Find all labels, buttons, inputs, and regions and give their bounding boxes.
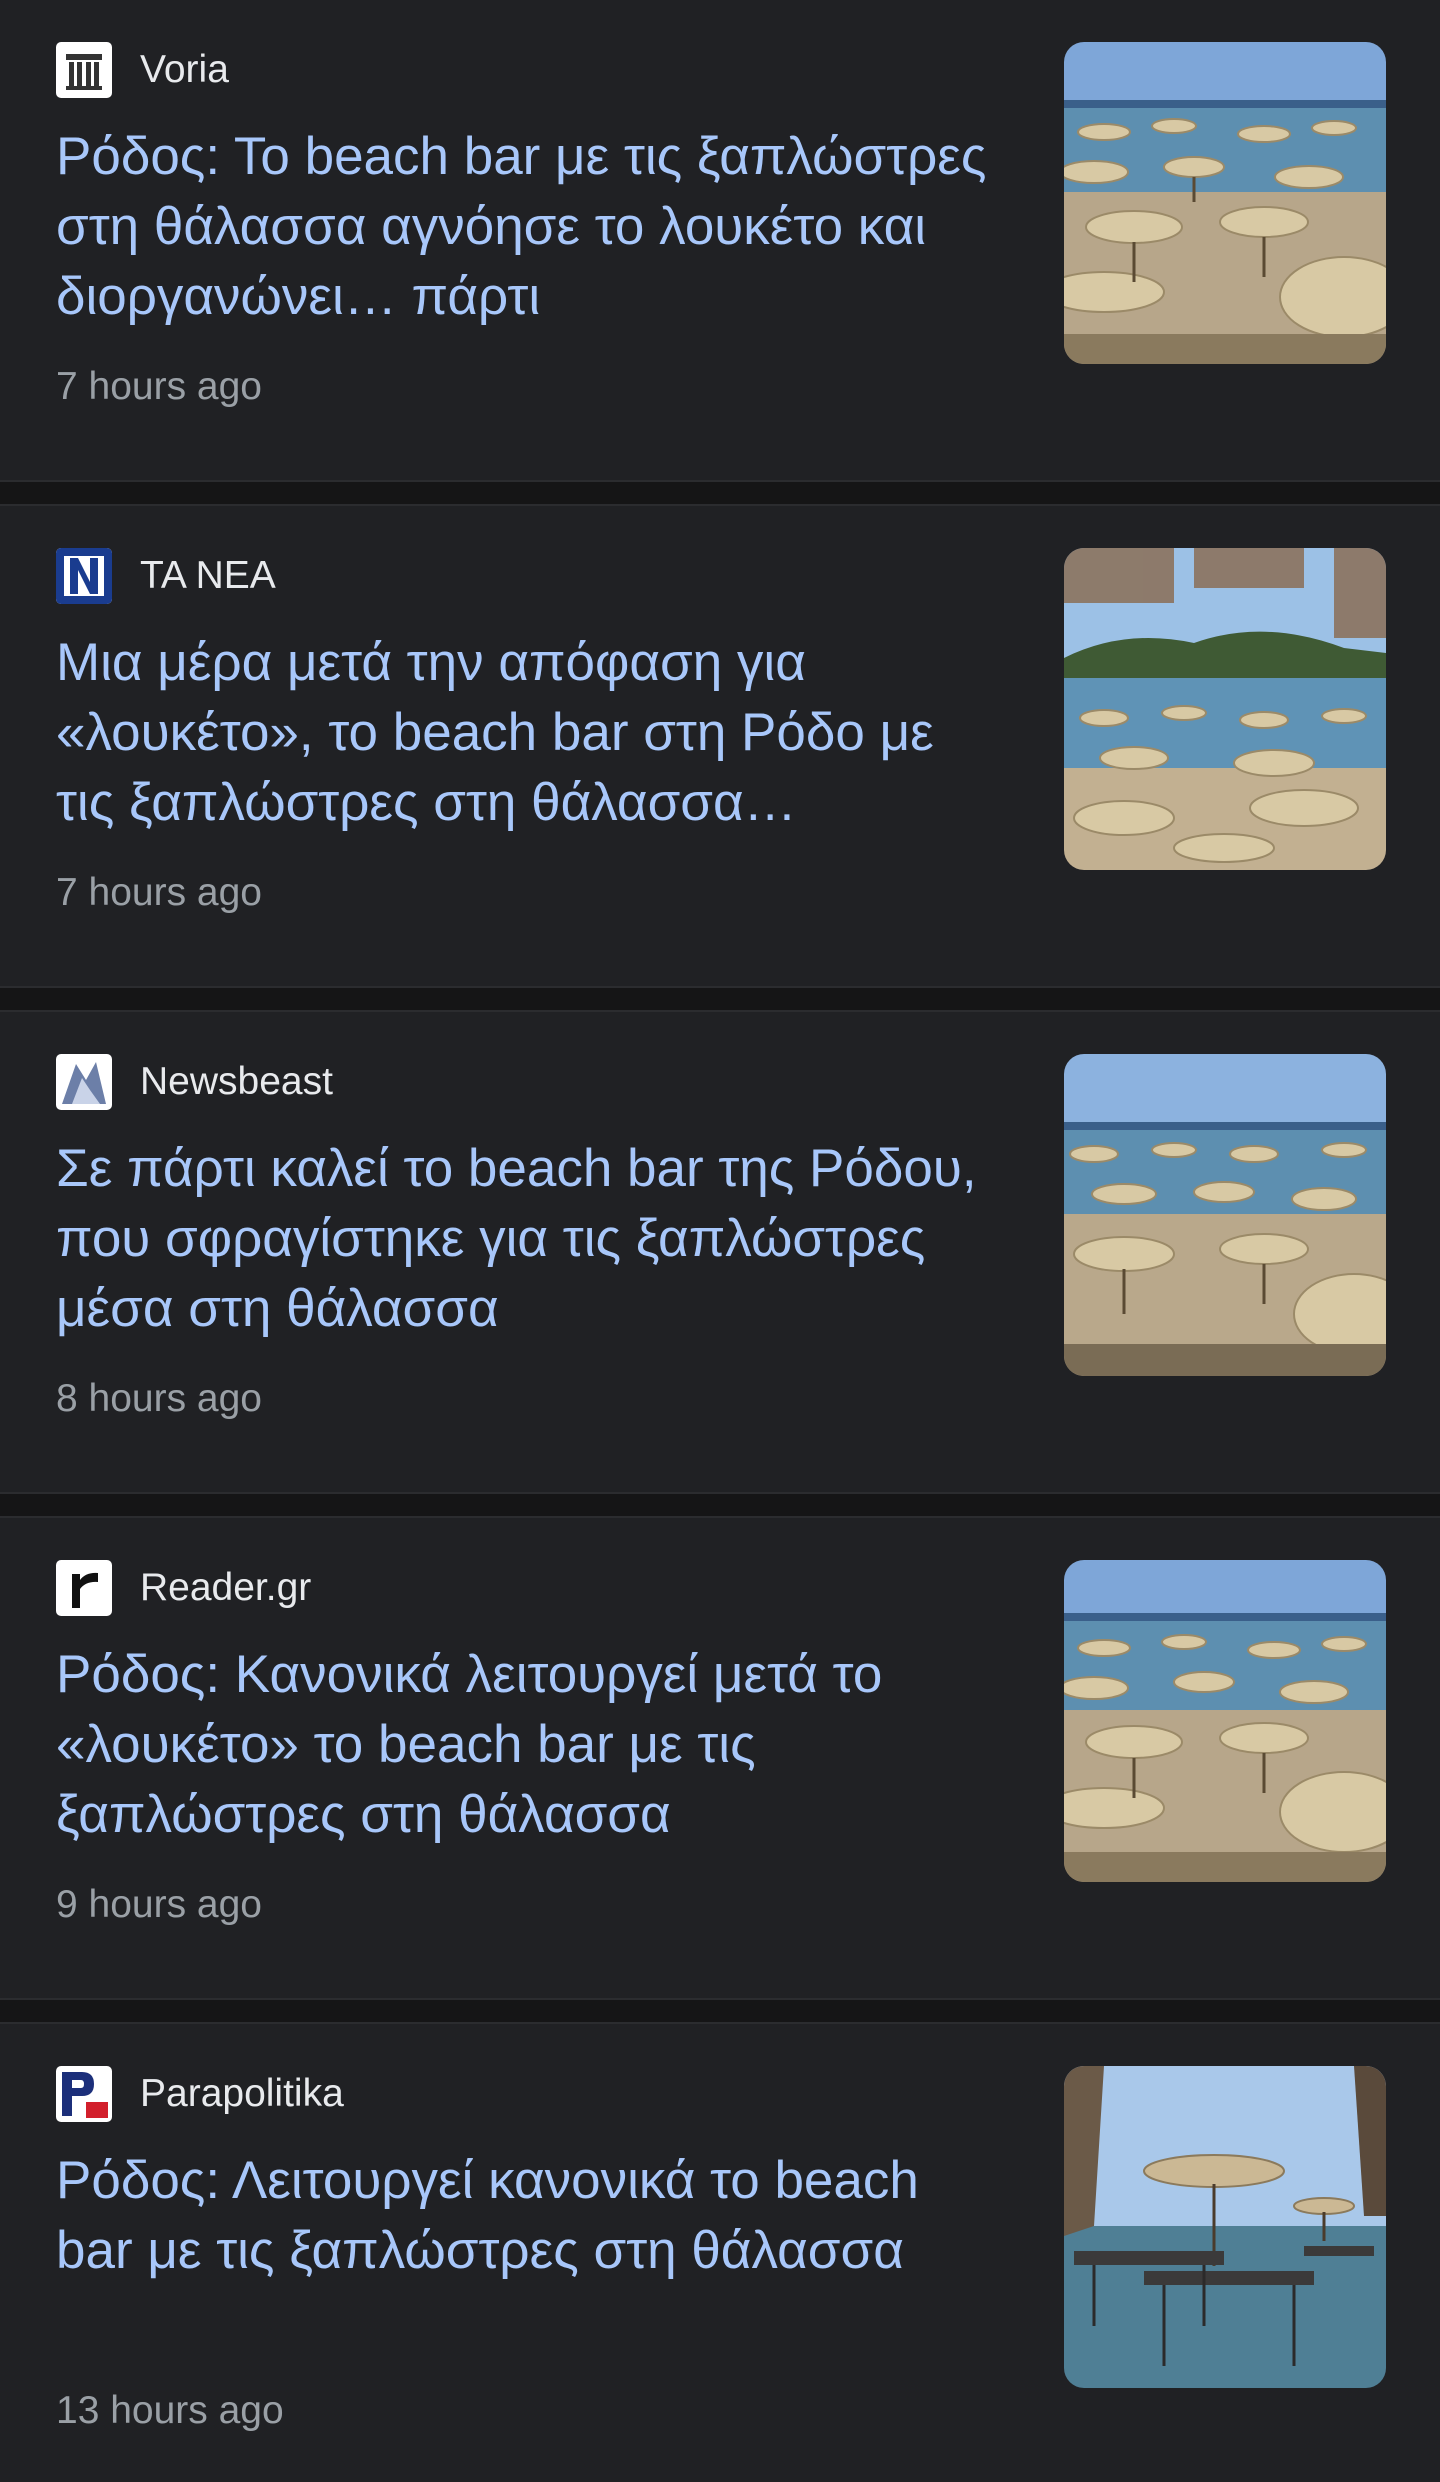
card-divider bbox=[0, 1492, 1440, 1518]
news-feed: Voria Ρόδος: Το beach bar με τις ξαπλώστ… bbox=[0, 0, 1440, 2482]
source-row: Voria bbox=[56, 42, 229, 98]
source-row: ΤΑ ΝΕΑ bbox=[56, 548, 276, 604]
newsbeast-icon bbox=[56, 1054, 112, 1110]
article-headline[interactable]: Σε πάρτι καλεί το beach bar της Ρόδου, π… bbox=[56, 1134, 996, 1344]
source-name: Parapolitika bbox=[140, 2072, 344, 2115]
beach-umbrellas-image[interactable] bbox=[1064, 1054, 1386, 1376]
source-row: Newsbeast bbox=[56, 1054, 333, 1110]
beach-umbrellas-image[interactable] bbox=[1064, 42, 1386, 364]
article-headline[interactable]: Μια μέρα μετά την απόφαση για «λουκέτο»,… bbox=[56, 628, 996, 838]
article-timestamp: 7 hours ago bbox=[56, 365, 262, 408]
article-card-ta-nea[interactable]: ΤΑ ΝΕΑ Μια μέρα μετά την απόφαση για «λο… bbox=[0, 506, 1440, 986]
source-name: Reader.gr bbox=[140, 1566, 312, 1609]
card-divider bbox=[0, 1998, 1440, 2024]
article-card-reader[interactable]: Reader.gr Ρόδος: Κανονικά λειτουργεί μετ… bbox=[0, 1518, 1440, 1998]
card-divider bbox=[0, 480, 1440, 506]
source-name: Newsbeast bbox=[140, 1060, 333, 1103]
source-name: Voria bbox=[140, 48, 229, 91]
source-name: ΤΑ ΝΕΑ bbox=[140, 554, 276, 597]
source-row: Reader.gr bbox=[56, 1560, 311, 1616]
article-timestamp: 7 hours ago bbox=[56, 871, 262, 914]
card-divider bbox=[0, 986, 1440, 1012]
article-headline[interactable]: Ρόδος: Κανονικά λειτουργεί μετά το «λουκ… bbox=[56, 1640, 996, 1850]
article-card-newsbeast[interactable]: Newsbeast Σε πάρτι καλεί το beach bar τη… bbox=[0, 1012, 1440, 1492]
article-headline[interactable]: Ρόδος: Το beach bar με τις ξαπλώστρες στ… bbox=[56, 122, 996, 332]
reader-r-icon bbox=[56, 1560, 112, 1616]
parapolitika-p-icon bbox=[56, 2066, 112, 2122]
article-card-voria[interactable]: Voria Ρόδος: Το beach bar με τις ξαπλώστ… bbox=[0, 0, 1440, 480]
article-timestamp: 8 hours ago bbox=[56, 1377, 262, 1420]
article-card-parapolitika[interactable]: Parapolitika Ρόδος: Λειτουργεί κανονικά … bbox=[0, 2024, 1440, 2482]
source-row: Parapolitika bbox=[56, 2066, 344, 2122]
voria-pillars-icon bbox=[56, 42, 112, 98]
sunbeds-in-sea-image[interactable] bbox=[1064, 2066, 1386, 2388]
article-timestamp: 9 hours ago bbox=[56, 1883, 262, 1926]
beach-umbrellas-image[interactable] bbox=[1064, 1560, 1386, 1882]
article-timestamp: 13 hours ago bbox=[56, 2389, 284, 2432]
article-headline[interactable]: Ρόδος: Λειτουργεί κανονικά το beach bar … bbox=[56, 2146, 996, 2286]
ta-nea-n-icon bbox=[56, 548, 112, 604]
beach-umbrellas-island-image[interactable] bbox=[1064, 548, 1386, 870]
